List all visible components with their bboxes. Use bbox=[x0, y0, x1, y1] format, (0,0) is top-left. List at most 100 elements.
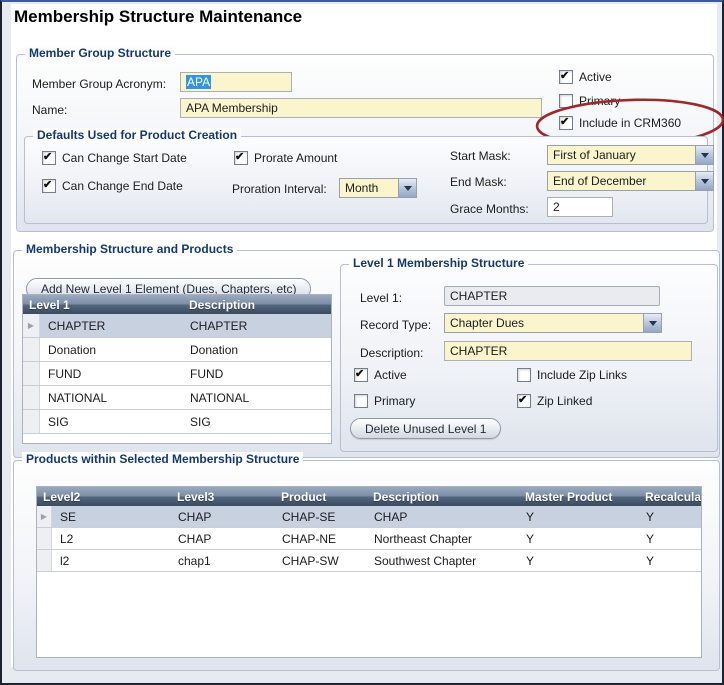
prorate-amount-checkbox[interactable]: Prorate Amount bbox=[234, 150, 338, 165]
table-cell: Northeast Chapter bbox=[374, 531, 473, 546]
include-crm360-checkbox-label: Include in CRM360 bbox=[579, 116, 682, 130]
page-title: Membership Structure Maintenance bbox=[14, 7, 303, 26]
record-type-value: Chapter Dues bbox=[450, 316, 525, 330]
dropdown-arrow-icon[interactable] bbox=[695, 146, 713, 164]
row-selector[interactable] bbox=[23, 338, 40, 361]
end-mask-label: End Mask: bbox=[450, 175, 507, 189]
column-header[interactable]: Description bbox=[367, 490, 519, 504]
table-cell: CHAP-SE bbox=[282, 509, 336, 524]
column-header[interactable]: Master Product bbox=[519, 490, 639, 504]
start-mask-select[interactable]: First of January bbox=[547, 145, 714, 165]
table-cell: CHAPTER bbox=[48, 318, 106, 333]
can-change-start-date-checkbox[interactable]: Can Change Start Date bbox=[42, 150, 187, 165]
level1-input: CHAPTER bbox=[444, 286, 660, 306]
name-input[interactable]: APA Membership bbox=[180, 98, 542, 118]
include-crm360-checkbox[interactable]: Include in CRM360 bbox=[559, 115, 682, 130]
dropdown-arrow-icon[interactable] bbox=[643, 314, 661, 332]
row-selector[interactable]: ▶ bbox=[23, 314, 40, 337]
table-row[interactable]: SIG SIG bbox=[23, 410, 331, 434]
end-mask-select[interactable]: End of December bbox=[547, 171, 714, 191]
table-row[interactable]: ▶ SE CHAP CHAP-SE CHAP Y Y bbox=[37, 506, 701, 528]
member-group-structure-legend: Member Group Structure bbox=[25, 46, 176, 60]
selected-text: APA bbox=[186, 75, 212, 89]
table-cell: Donation bbox=[48, 342, 97, 357]
checkbox-icon bbox=[42, 178, 56, 193]
grid-header: Level 1 Description bbox=[23, 295, 331, 314]
checkbox-icon bbox=[354, 367, 368, 382]
table-cell: NATIONAL bbox=[190, 390, 250, 405]
active-checkbox[interactable]: Active bbox=[559, 69, 612, 84]
column-header[interactable]: Recalculate bbox=[639, 490, 701, 504]
column-header[interactable]: Product bbox=[275, 490, 367, 504]
include-zip-links-checkbox[interactable]: Include Zip Links bbox=[517, 368, 627, 382]
table-row[interactable]: ▶ CHAPTER CHAPTER bbox=[23, 314, 331, 338]
row-selector-arrow-icon: ▶ bbox=[27, 320, 35, 330]
table-cell: L2 bbox=[60, 531, 74, 546]
acronym-input[interactable]: APA bbox=[180, 72, 292, 92]
table-cell: CHAPTER bbox=[190, 318, 248, 333]
column-header[interactable]: Description bbox=[189, 298, 331, 312]
row-selector[interactable]: ▶ bbox=[37, 506, 52, 527]
table-cell: Y bbox=[526, 509, 535, 524]
level1-active-label: Active bbox=[374, 368, 407, 382]
proration-interval-value: Month bbox=[345, 181, 379, 195]
table-cell: SIG bbox=[48, 414, 69, 429]
products-table: Level2 Level3 Product Description Master Pro… bbox=[36, 486, 702, 658]
row-selector[interactable] bbox=[23, 386, 40, 409]
table-cell: Y bbox=[646, 531, 655, 546]
row-selector[interactable] bbox=[37, 528, 52, 549]
start-mask-value: First of January bbox=[553, 148, 636, 162]
grace-months-label: Grace Months: bbox=[450, 202, 529, 216]
can-change-end-date-checkbox[interactable]: Can Change End Date bbox=[42, 178, 183, 193]
acronym-label: Member Group Acronym: bbox=[32, 77, 167, 91]
description-input[interactable]: CHAPTER bbox=[444, 341, 692, 361]
table-cell: Y bbox=[526, 553, 535, 568]
row-selector[interactable] bbox=[37, 550, 52, 571]
checkbox-icon bbox=[517, 393, 531, 408]
row-selector[interactable] bbox=[23, 410, 40, 433]
level1-primary-checkbox[interactable]: Primary bbox=[354, 394, 415, 408]
products-legend: Products within Selected Membership Stru… bbox=[22, 452, 304, 466]
checkbox-icon bbox=[42, 150, 56, 165]
table-row[interactable]: L2 CHAP CHAP-NE Northeast Chapter Y Y bbox=[37, 528, 701, 550]
grid-header: Level2 Level3 Product Description Master Pro… bbox=[37, 487, 701, 506]
zip-linked-checkbox[interactable]: Zip Linked bbox=[517, 393, 593, 408]
table-row[interactable]: l2 chap1 CHAP-SW Southwest Chapter Y Y bbox=[37, 550, 701, 572]
table-cell: chap1 bbox=[178, 553, 211, 568]
dropdown-arrow-icon[interactable] bbox=[398, 179, 416, 197]
table-cell: CHAP bbox=[178, 531, 212, 546]
column-header[interactable]: Level3 bbox=[171, 490, 275, 504]
level1-panel-legend: Level 1 Membership Structure bbox=[349, 256, 529, 270]
record-type-select[interactable]: Chapter Dues bbox=[444, 313, 662, 333]
level1-active-checkbox[interactable]: Active bbox=[354, 367, 407, 382]
row-selector[interactable] bbox=[23, 362, 40, 385]
table-cell: Y bbox=[526, 531, 535, 546]
table-row[interactable]: FUND FUND bbox=[23, 362, 331, 386]
checkbox-icon bbox=[559, 69, 573, 84]
membership-structure-legend: Membership Structure and Products bbox=[22, 242, 238, 256]
end-mask-value: End of December bbox=[553, 174, 647, 188]
prorate-amount-label: Prorate Amount bbox=[254, 151, 338, 165]
column-header[interactable]: Level2 bbox=[37, 490, 171, 504]
table-cell: SIG bbox=[190, 414, 211, 429]
can-change-end-date-label: Can Change End Date bbox=[62, 179, 183, 193]
row-selector-arrow-icon: ▶ bbox=[40, 511, 48, 521]
table-cell: l2 bbox=[60, 553, 70, 568]
zip-linked-label: Zip Linked bbox=[537, 394, 593, 408]
name-label: Name: bbox=[32, 103, 68, 117]
dropdown-arrow-icon[interactable] bbox=[695, 172, 713, 190]
primary-checkbox[interactable]: Primary bbox=[559, 94, 620, 108]
table-row[interactable]: NATIONAL NATIONAL bbox=[23, 386, 331, 410]
proration-interval-label: Proration Interval: bbox=[232, 182, 327, 196]
checkbox-icon bbox=[559, 94, 573, 108]
grace-months-input[interactable]: 2 bbox=[547, 197, 613, 217]
primary-checkbox-label: Primary bbox=[579, 94, 621, 108]
table-cell: Donation bbox=[190, 342, 239, 357]
table-cell: Southwest Chapter bbox=[374, 553, 477, 568]
column-header[interactable]: Level 1 bbox=[23, 298, 189, 312]
checkbox-icon bbox=[559, 115, 573, 130]
table-row[interactable]: Donation Donation bbox=[23, 338, 331, 362]
proration-interval-select[interactable]: Month bbox=[339, 178, 417, 198]
delete-unused-level1-button[interactable]: Delete Unused Level 1 bbox=[350, 418, 502, 439]
table-cell: Y bbox=[646, 509, 655, 524]
